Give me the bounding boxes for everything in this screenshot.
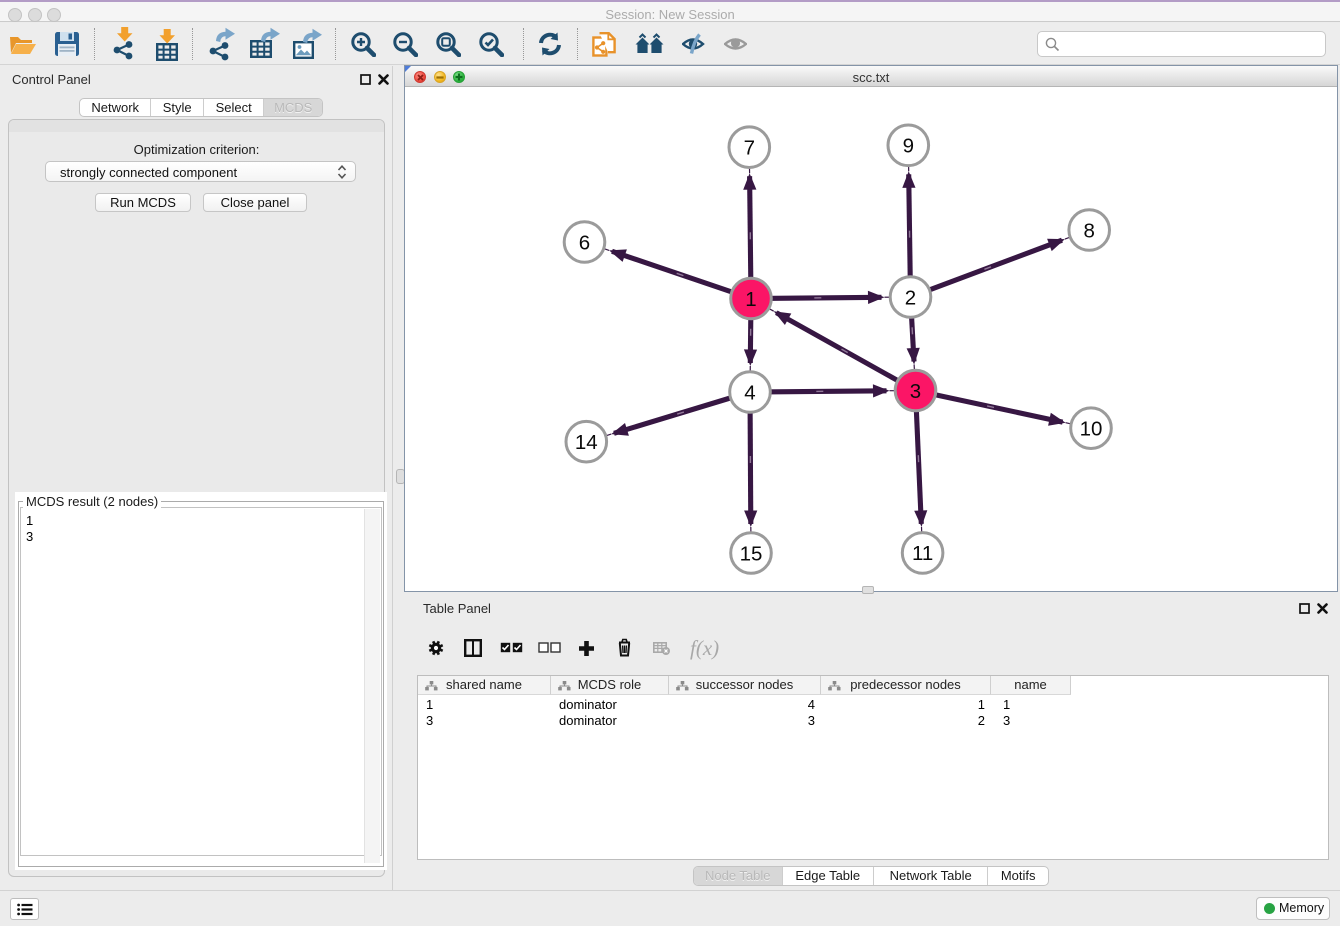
svg-text:9: 9 [903, 135, 914, 158]
svg-text:3: 3 [910, 380, 921, 403]
svg-text:4: 4 [744, 381, 755, 404]
svg-text:8: 8 [1083, 219, 1094, 242]
svg-text:1: 1 [745, 288, 756, 311]
svg-text:7: 7 [744, 137, 755, 160]
svg-text:6: 6 [579, 231, 590, 254]
svg-text:2: 2 [905, 286, 916, 309]
svg-text:14: 14 [575, 431, 598, 454]
svg-text:15: 15 [740, 542, 763, 565]
svg-text:10: 10 [1080, 418, 1103, 441]
svg-text:11: 11 [912, 542, 933, 565]
